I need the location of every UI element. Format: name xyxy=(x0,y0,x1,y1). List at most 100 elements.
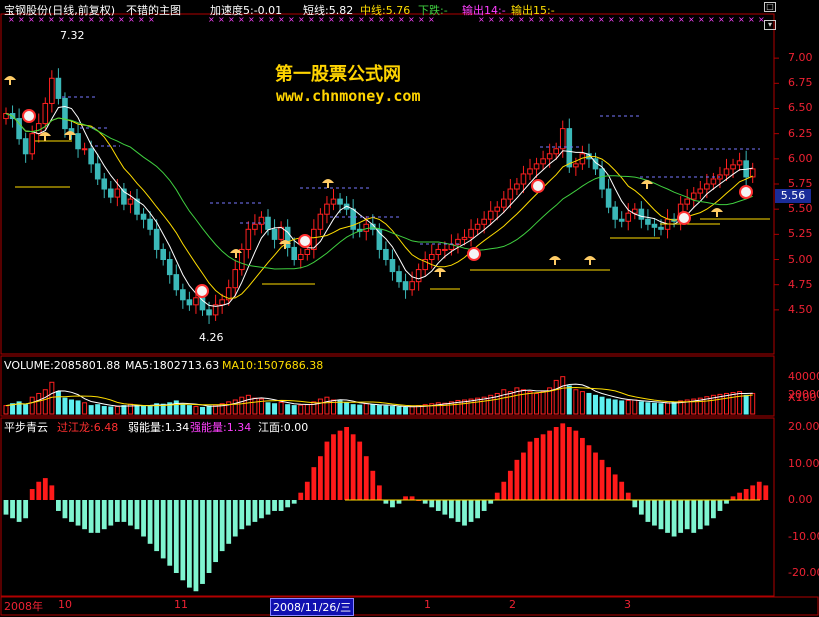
candle-body xyxy=(546,153,553,160)
volume-bar xyxy=(239,396,245,415)
signal-x-mark: × xyxy=(568,15,575,24)
mushroom-stem xyxy=(439,272,441,277)
volume-bar xyxy=(625,399,631,415)
mushroom-stem xyxy=(589,260,591,265)
signal-x-mark: × xyxy=(698,15,705,24)
volume-bar xyxy=(566,385,572,415)
candle-body xyxy=(35,123,42,135)
volume-bar xyxy=(272,403,278,415)
oscillator-bar xyxy=(481,500,487,511)
candle-body xyxy=(573,163,579,168)
candle-body xyxy=(337,198,343,205)
oscillator-bar xyxy=(475,500,480,519)
oscillator-bar xyxy=(684,500,690,530)
oscillator-bar xyxy=(134,500,140,530)
oscillator-bar xyxy=(344,427,349,500)
volume-bar xyxy=(324,396,330,415)
signal-x-mark: × xyxy=(668,15,675,24)
current-price-tag: 5.56 xyxy=(775,189,811,203)
oscillator-bar xyxy=(265,500,271,515)
candle-body xyxy=(481,218,487,225)
oscillator-bar xyxy=(245,500,251,526)
candle-body xyxy=(219,299,225,306)
candle-body xyxy=(415,269,422,283)
oscillator-bar xyxy=(586,445,592,500)
oscillator-bar xyxy=(566,427,572,500)
oscillator-bar xyxy=(403,496,408,500)
mushroom-icon xyxy=(549,256,561,260)
mushroom-icon xyxy=(434,268,446,272)
volume-bar xyxy=(245,394,251,415)
volume-bar xyxy=(317,398,323,415)
mushroom-stem xyxy=(235,253,237,258)
volume-bar xyxy=(396,406,402,415)
oscillator-bar xyxy=(593,452,598,500)
oscillator-bar xyxy=(638,500,644,515)
oscillator-bar xyxy=(606,467,611,500)
volume-bar xyxy=(265,402,271,415)
oscillator-bar xyxy=(553,427,559,500)
oscillator-bar xyxy=(324,441,330,500)
candle-body xyxy=(605,188,612,208)
oscillator-bar xyxy=(560,423,566,500)
candle-body xyxy=(330,198,337,205)
oscillator-bar xyxy=(619,481,625,500)
date-label-oct: 10 xyxy=(58,598,72,611)
restore-icon[interactable]: □ xyxy=(764,2,776,12)
volume-bar xyxy=(82,402,88,415)
candle-body xyxy=(297,253,304,261)
oscillator-bar xyxy=(154,500,160,552)
osc-tick-label: -10.00 xyxy=(788,529,819,543)
oscillator-bar xyxy=(291,500,297,504)
volume-bar xyxy=(553,379,559,415)
volume-bar xyxy=(206,405,212,415)
collapse-icon[interactable]: ▾ xyxy=(764,20,776,30)
candle-body xyxy=(153,228,160,250)
volume-bar xyxy=(507,391,513,415)
oscillator-bar xyxy=(422,500,428,504)
candle-body xyxy=(704,183,710,190)
candle-body xyxy=(520,173,527,185)
price-tick-label: 5.00 xyxy=(788,252,813,266)
price-tick-label: 6.00 xyxy=(788,151,813,165)
oscillator-bar xyxy=(396,500,402,504)
buy-signal-icon xyxy=(195,284,209,298)
volume-bar xyxy=(75,400,81,415)
candle-body xyxy=(651,223,658,228)
volume-bar xyxy=(304,404,310,415)
oscillator-bar xyxy=(625,492,631,500)
candle-body xyxy=(180,289,186,301)
output14-value: 输出14:- xyxy=(462,4,506,17)
volume-bar xyxy=(638,401,644,415)
volume-bar xyxy=(665,402,671,415)
volume-ma10: MA10:1507686.38 xyxy=(222,359,324,372)
buy-signal-icon xyxy=(22,109,36,123)
selected-date[interactable]: 2008/11/26/三 xyxy=(270,598,355,616)
candle-body xyxy=(291,246,297,261)
oscillator-bar xyxy=(383,500,389,504)
oscillator-bar xyxy=(167,500,173,566)
candle-body xyxy=(304,248,311,255)
candle-body xyxy=(442,248,448,251)
mushroom-icon xyxy=(584,256,596,260)
oscillator-bar xyxy=(36,481,42,500)
oscillator-bar xyxy=(737,492,742,500)
mushroom-stem xyxy=(554,260,556,265)
volume-bar xyxy=(252,397,258,415)
oscillator-bar xyxy=(573,430,579,500)
volume-bar xyxy=(298,404,304,415)
osc-river: 江面:0.00 xyxy=(258,421,309,434)
candle-body xyxy=(140,213,147,220)
volume-bar xyxy=(481,396,487,415)
volume-bar xyxy=(114,406,120,415)
candle-body xyxy=(127,198,134,205)
candle-body xyxy=(173,274,180,291)
signal-x-mark: × xyxy=(638,15,645,24)
volume-bar xyxy=(29,396,35,415)
signal-x-mark: × xyxy=(588,15,595,24)
volume-bar xyxy=(186,405,192,415)
candle-body xyxy=(612,206,618,220)
oscillator-bar xyxy=(200,500,205,584)
osc-strong: 强能量:1.34 xyxy=(190,421,252,434)
candle-body xyxy=(645,218,651,225)
